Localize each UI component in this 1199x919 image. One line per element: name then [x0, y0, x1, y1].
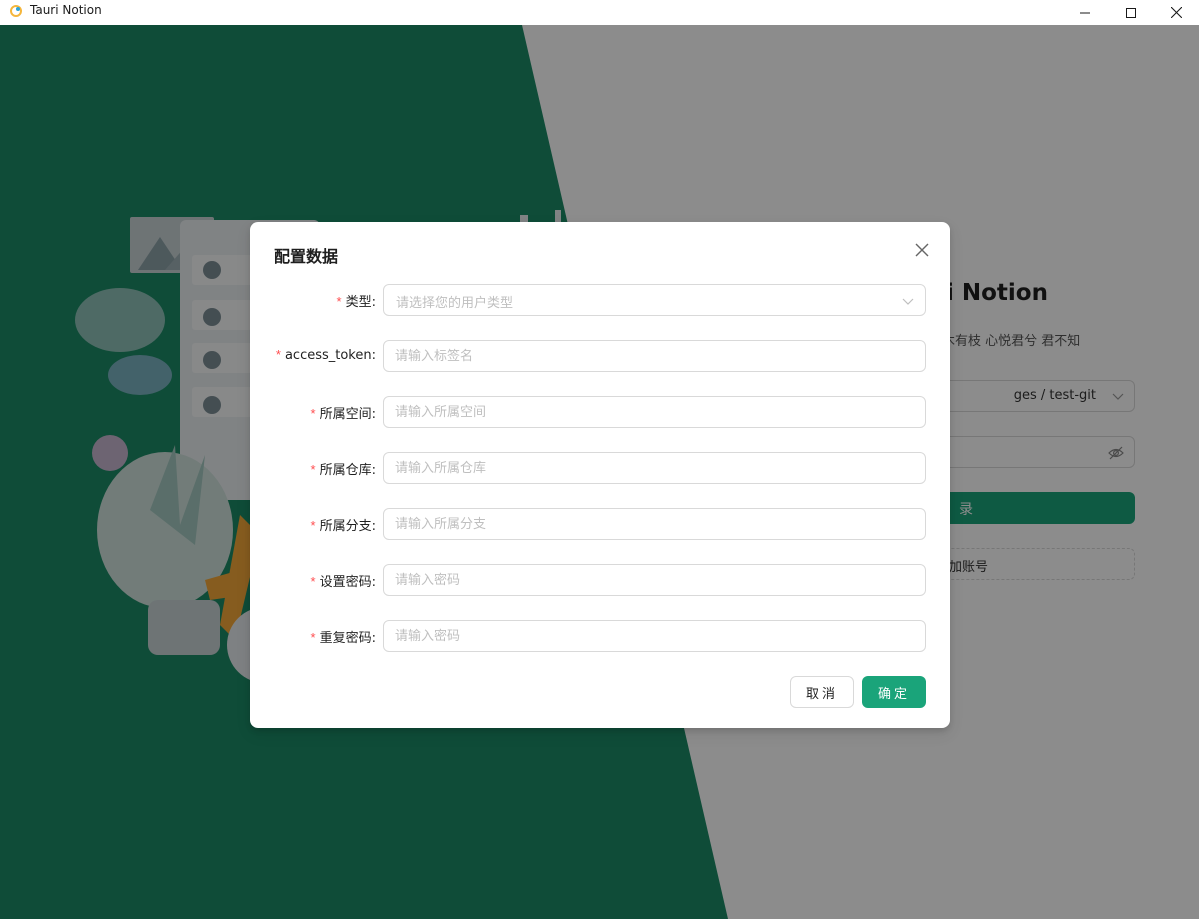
form-row-branch: * 所属分支:: [250, 508, 950, 540]
type-label-text: 类型:: [345, 295, 376, 310]
access-token-label-text: access_token:: [284, 348, 376, 363]
chevron-down-icon: [902, 298, 914, 305]
modal-close-icon[interactable]: [914, 242, 930, 258]
minimize-icon: [1080, 12, 1090, 13]
cancel-button[interactable]: 取消: [790, 676, 854, 708]
form-row-space: * 所属空间:: [250, 396, 950, 428]
required-mark: *: [310, 518, 316, 533]
required-mark: *: [310, 462, 316, 477]
required-mark: *: [336, 294, 342, 309]
password-input[interactable]: [383, 564, 926, 596]
password-label-text: 设置密码:: [319, 575, 376, 590]
confirm-password-input[interactable]: [383, 620, 926, 652]
space-label-text: 所属空间:: [319, 407, 376, 422]
branch-label-text: 所属分支:: [319, 519, 376, 534]
app-content: Tauri Notion 山有木兮木有枝 心悦君兮 君不知 ges / test…: [0, 25, 1199, 919]
close-icon: [1170, 7, 1182, 18]
repo-label: * 所属仓库:: [311, 459, 376, 478]
form-row-password: * 设置密码:: [250, 564, 950, 596]
config-modal: 配置数据 *类型: 请选择您的用户类型 *access_token: *所属空间…: [250, 222, 950, 728]
form-row-repo: * 所属仓库:: [250, 452, 950, 484]
branch-input[interactable]: [383, 508, 926, 540]
required-mark: *: [310, 630, 316, 645]
space-label: * 所属空间:: [311, 403, 376, 422]
app-logo-icon: [10, 5, 22, 17]
modal-title: 配置数据: [274, 247, 339, 266]
type-label: * 类型:: [337, 291, 376, 310]
form-row-confirm-password: * 重复密码:: [250, 620, 950, 652]
minimize-button[interactable]: [1062, 0, 1108, 25]
repo-input[interactable]: [383, 452, 926, 484]
maximize-button[interactable]: [1108, 0, 1154, 25]
required-mark: *: [310, 574, 316, 589]
required-mark: *: [310, 406, 316, 421]
confirm-button[interactable]: 确定: [862, 676, 926, 708]
access-token-input[interactable]: [383, 340, 926, 372]
confirm-password-label: * 重复密码:: [311, 627, 376, 646]
confirm-password-label-text: 重复密码:: [319, 631, 376, 646]
form-row-type: * 类型: 请选择您的用户类型: [250, 284, 950, 316]
user-type-placeholder: 请选择您的用户类型: [396, 296, 514, 311]
window-title: Tauri Notion: [30, 3, 102, 17]
password-label: * 设置密码:: [311, 571, 376, 590]
form-row-access-token: * access_token:: [250, 340, 950, 372]
maximize-icon: [1126, 7, 1136, 18]
access-token-label: * access_token:: [276, 347, 376, 363]
repo-label-text: 所属仓库:: [319, 463, 376, 478]
required-mark: *: [275, 347, 281, 362]
window-titlebar: Tauri Notion: [0, 0, 1199, 25]
window-close-button[interactable]: [1153, 0, 1199, 25]
space-input[interactable]: [383, 396, 926, 428]
branch-label: * 所属分支:: [311, 515, 376, 534]
user-type-select[interactable]: 请选择您的用户类型: [383, 284, 926, 316]
